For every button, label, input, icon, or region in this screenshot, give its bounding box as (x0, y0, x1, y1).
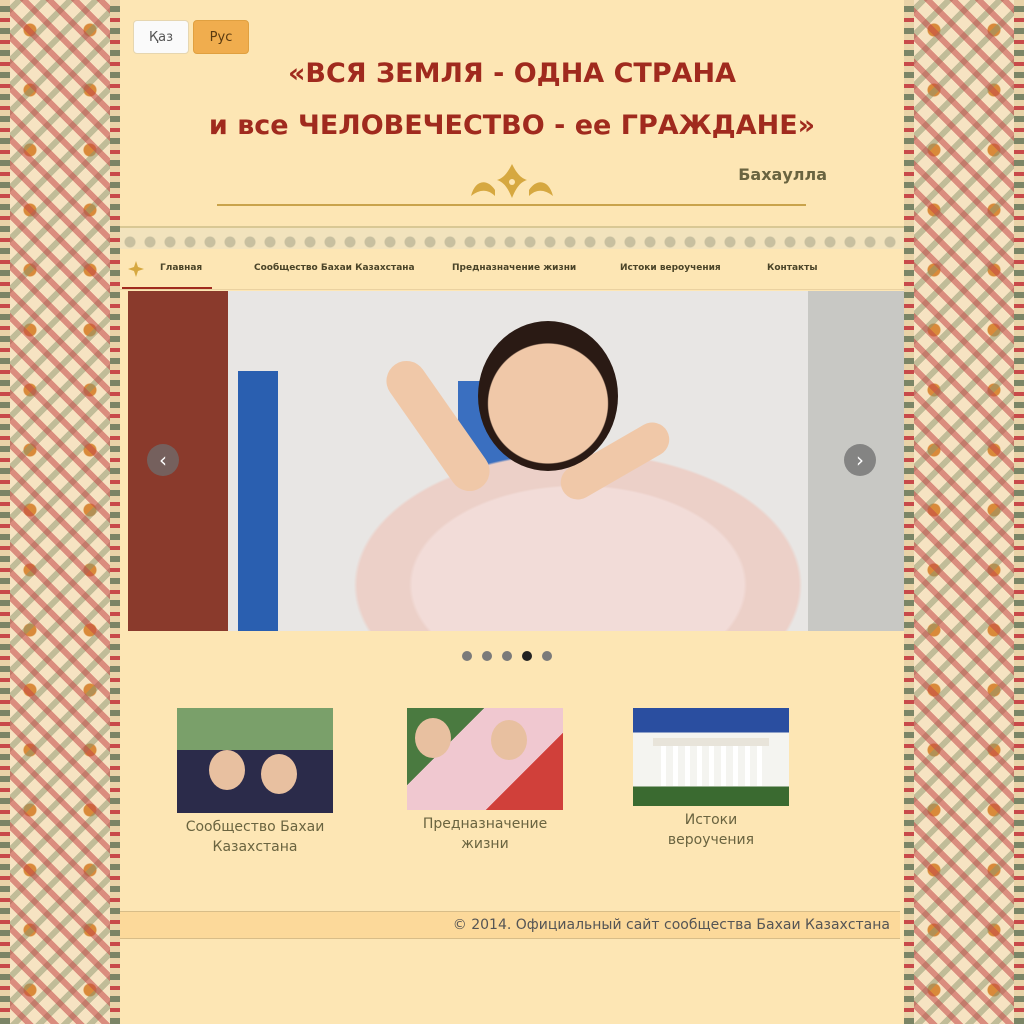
chevron-left-icon[interactable]: ‹ (147, 444, 179, 476)
ornament-divider (217, 204, 806, 206)
quote-line-1: «ВСЯ ЗЕМЛЯ - ОДНА СТРАНА (287, 58, 737, 89)
main-nav: Главная Сообщество Бахаи Казахстана Пред… (120, 249, 904, 290)
image-slider[interactable]: ‹ › (128, 291, 904, 631)
slider-dot[interactable] (542, 651, 552, 661)
slider-dots (462, 651, 552, 661)
ornament-icon (471, 164, 553, 198)
nav-item-community[interactable]: Сообщество Бахаи Казахстана (254, 249, 415, 287)
main-content: Қаз Рус «ВСЯ ЗЕМЛЯ - ОДНА СТРАНА и все Ч… (120, 0, 904, 1024)
chevron-right-icon[interactable]: › (844, 444, 876, 476)
nav-item-label: Контакты (767, 263, 818, 273)
nav-item-purpose[interactable]: Предназначение жизни (452, 249, 576, 287)
card-community[interactable]: Сообщество Бахаи Казахстана (177, 708, 333, 857)
slider-dot[interactable] (502, 651, 512, 661)
nav-item-origins[interactable]: Истоки вероучения (620, 249, 721, 287)
nav-item-home[interactable]: Главная (122, 249, 212, 289)
card-purpose[interactable]: Предназначение жизни (407, 708, 563, 854)
nav-item-label: Сообщество Бахаи Казахстана (254, 263, 415, 273)
slider-dot[interactable] (462, 651, 472, 661)
footer-copyright: © 2014. Официальный сайт сообщества Баха… (452, 917, 890, 933)
ornament-star-icon (128, 261, 144, 277)
nav-item-label: Истоки вероучения (620, 263, 721, 273)
card-caption[interactable]: Истоки вероучения (633, 810, 789, 850)
quote-line-2: и все ЧЕЛОВЕЧЕСТВО - ее ГРАЖДАНЕ» (208, 110, 816, 141)
footer: © 2014. Официальный сайт сообщества Баха… (120, 911, 900, 939)
slide-dancer-head (478, 321, 618, 471)
nav-item-contacts[interactable]: Контакты (767, 249, 818, 287)
quote-author: Бахаулла (738, 165, 827, 184)
slider-dot-active[interactable] (522, 651, 532, 661)
origins-photo[interactable] (633, 708, 789, 806)
card-caption[interactable]: Предназначение жизни (407, 814, 563, 854)
purpose-photo[interactable] (407, 708, 563, 810)
card-caption[interactable]: Сообщество Бахаи Казахстана (177, 817, 333, 857)
community-photo[interactable] (177, 708, 333, 813)
nav-item-label: Предназначение жизни (452, 263, 577, 273)
slide-background-shape (238, 371, 278, 631)
card-origins[interactable]: Истоки вероучения (633, 708, 789, 850)
slider-dot[interactable] (482, 651, 492, 661)
nav-item-label: Главная (160, 263, 203, 273)
ornamental-border-right (904, 0, 1024, 1024)
ornamental-border-left (0, 0, 120, 1024)
lang-rus-button[interactable]: Рус (193, 20, 249, 54)
lang-kaz-button[interactable]: Қаз (133, 20, 189, 54)
decorative-band (120, 226, 904, 251)
